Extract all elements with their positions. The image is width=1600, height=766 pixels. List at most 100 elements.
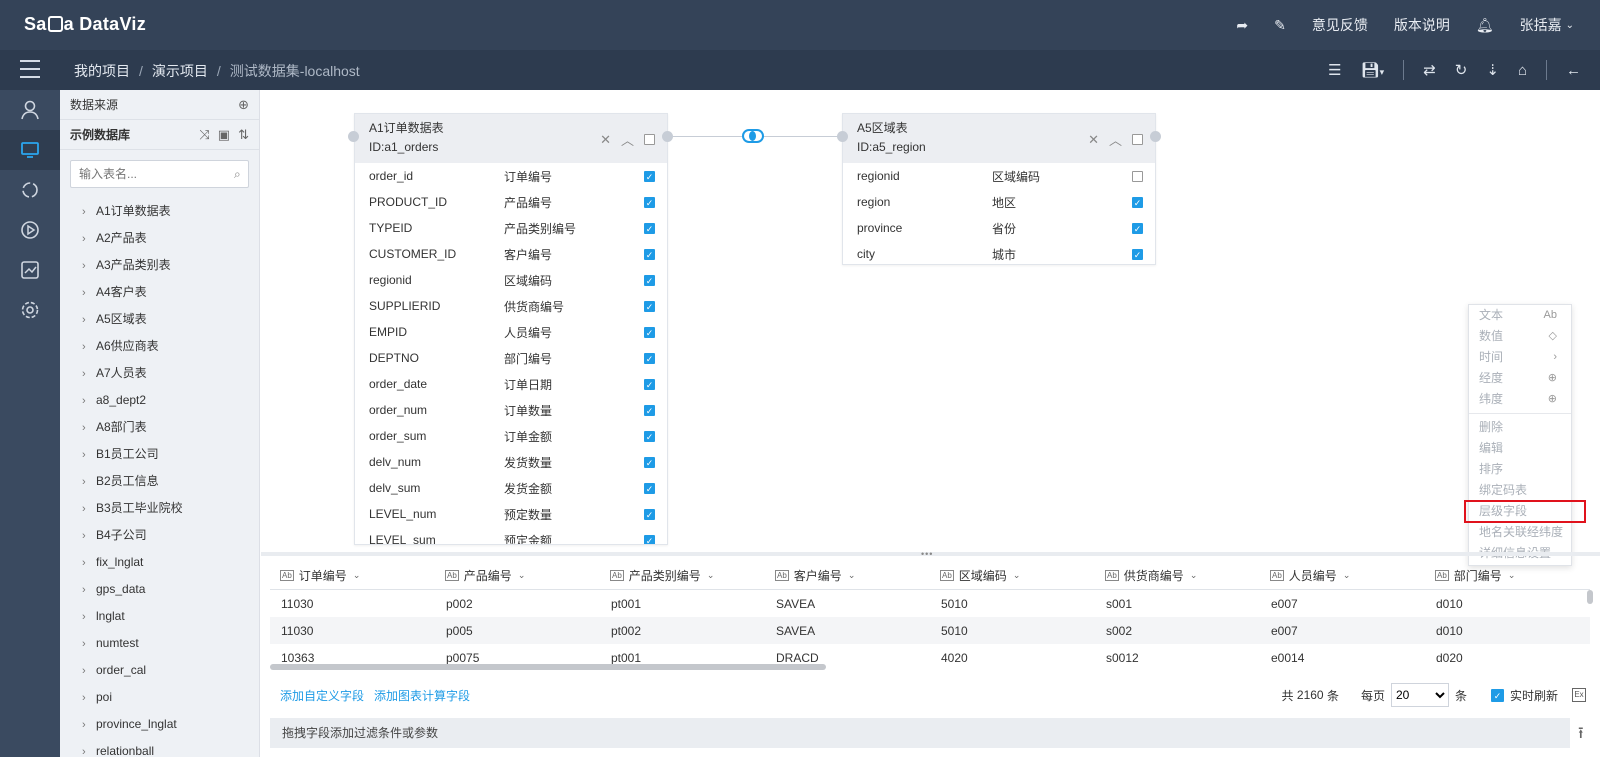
field-checkbox[interactable]: ✓ [644, 456, 655, 468]
field-checkbox[interactable]: ✓ [644, 274, 655, 286]
left-port[interactable] [837, 131, 848, 142]
field-row[interactable]: SUPPLIERID 供货商编号 ✓ [355, 293, 667, 319]
excel-export-icon[interactable]: Ex [1572, 688, 1586, 702]
field-row[interactable]: region 地区 ✓ [843, 189, 1155, 215]
menu-item[interactable]: 编辑 [1469, 438, 1571, 459]
table-tree-item[interactable]: › numtest [82, 630, 259, 657]
back-icon[interactable]: ← [1566, 62, 1581, 79]
collapse-icon[interactable]: ︿ [621, 130, 634, 149]
right-port[interactable] [662, 131, 673, 142]
field-row[interactable]: CUSTOMER_ID 客户编号 ✓ [355, 241, 667, 267]
column-header[interactable]: Ab 供货商编号 ⌄ [1095, 567, 1260, 584]
add-custom-field-link[interactable]: 添加自定义字段 [280, 687, 364, 704]
page-size-select[interactable]: 20 [1390, 683, 1449, 707]
chevron-down-icon[interactable]: ⌄ [1343, 570, 1351, 581]
chevron-down-icon[interactable]: ⌄ [518, 570, 526, 581]
table-tree-item[interactable]: › B3员工毕业院校 [82, 495, 259, 522]
table-tree-item[interactable]: › poi [82, 684, 259, 711]
menu-item-type[interactable]: 数值 ◇ [1469, 326, 1571, 347]
share-icon[interactable]: ➦ [1236, 17, 1248, 34]
add-chart-calc-field-link[interactable]: 添加图表计算字段 [374, 687, 470, 704]
feedback-link[interactable]: 意见反馈 [1312, 15, 1368, 35]
right-port[interactable] [1150, 131, 1161, 142]
join-type-icon[interactable] [742, 129, 764, 143]
field-checkbox[interactable]: ✓ [644, 378, 655, 390]
table-tree-item[interactable]: › a8_dept2 [82, 387, 259, 414]
filter-drop-zone[interactable]: 拖拽字段添加过滤条件或参数 [270, 718, 1570, 748]
bell-icon[interactable]: 🔔︎ [1476, 17, 1494, 34]
table-tree-item[interactable]: › fix_lnglat [82, 549, 259, 576]
preview-icon[interactable]: ▣ [218, 127, 230, 142]
field-checkbox[interactable]: ✓ [644, 352, 655, 364]
field-checkbox[interactable]: ✓ [644, 170, 655, 182]
table-tree-item[interactable]: › B4子公司 [82, 522, 259, 549]
table-tree-item[interactable]: › A4客户表 [82, 279, 259, 306]
vertical-scrollbar[interactable] [1587, 590, 1593, 604]
collapse-icon[interactable]: ︿ [1109, 130, 1122, 149]
table-tree-item[interactable]: › relationball [82, 738, 259, 765]
chevron-down-icon[interactable]: ⌄ [1508, 570, 1516, 581]
field-row[interactable]: regionid 区域编码 ✓ [355, 267, 667, 293]
field-checkbox[interactable]: ✓ [644, 222, 655, 234]
column-header[interactable]: Ab 部门编号 ⌄ [1425, 567, 1590, 584]
field-row[interactable]: LEVEL_num 预定数量 ✓ [355, 501, 667, 527]
field-checkbox[interactable]: ✓ [644, 430, 655, 442]
field-row[interactable]: province 省份 ✓ [843, 215, 1155, 241]
field-row[interactable]: LEVEL_sum 预定金额 ✓ [355, 527, 667, 544]
cycle-icon[interactable] [0, 170, 60, 210]
swap-icon[interactable]: ⇄ [1423, 61, 1436, 79]
table-tree-item[interactable]: › A8部门表 [82, 414, 259, 441]
field-row[interactable]: delv_num 发货数量 ✓ [355, 449, 667, 475]
menu-icon[interactable] [20, 60, 40, 78]
field-row[interactable]: regionid 区域编码 [843, 163, 1155, 189]
field-checkbox[interactable]: ✓ [644, 300, 655, 312]
column-header[interactable]: Ab 产品编号 ⌄ [435, 567, 600, 584]
close-icon[interactable]: ✕ [1088, 132, 1099, 148]
chevron-down-icon[interactable]: ⌄ [848, 570, 856, 581]
field-checkbox[interactable]: ✓ [1132, 196, 1143, 208]
field-checkbox[interactable]: ✓ [644, 326, 655, 338]
list-icon[interactable]: ☰ [1328, 61, 1341, 79]
user-menu[interactable]: 张括嘉 ⌄ [1520, 15, 1574, 35]
chart-icon[interactable] [0, 250, 60, 290]
panel-splitter[interactable]: ••• [261, 550, 1600, 559]
sort-az-icon[interactable]: ⇅ [238, 127, 249, 142]
select-all-checkbox[interactable] [1132, 134, 1143, 145]
field-row[interactable]: PRODUCT_ID 产品编号 ✓ [355, 189, 667, 215]
column-header[interactable]: Ab 区域编码 ⌄ [930, 567, 1095, 584]
table-tree-item[interactable]: › B1员工公司 [82, 441, 259, 468]
column-header[interactable]: Ab 产品类别编号 ⌄ [600, 567, 765, 584]
column-header[interactable]: Ab 客户编号 ⌄ [765, 567, 930, 584]
table-tree-item[interactable]: › lnglat [82, 603, 259, 630]
field-row[interactable]: city 城市 ✓ [843, 241, 1155, 267]
field-checkbox[interactable]: ✓ [1132, 222, 1143, 234]
realtime-checkbox[interactable]: ✓ [1490, 688, 1504, 702]
settings-icon[interactable] [0, 290, 60, 330]
sort-icon[interactable]: ⇣ [1486, 61, 1499, 79]
chevron-down-icon[interactable]: ⌄ [353, 570, 361, 581]
save-icon[interactable]: 💾︎▾ [1361, 61, 1385, 79]
column-header[interactable]: Ab 订单编号 ⌄ [270, 567, 435, 584]
table-search-input[interactable] [79, 167, 234, 181]
table-tree-item[interactable]: › order_cal [82, 657, 259, 684]
play-icon[interactable] [0, 210, 60, 250]
version-link[interactable]: 版本说明 [1394, 15, 1450, 35]
field-row[interactable]: EMPID 人员编号 ✓ [355, 319, 667, 345]
table-tree-item[interactable]: › A2产品表 [82, 225, 259, 252]
table-tree-item[interactable]: › A5区域表 [82, 306, 259, 333]
horizontal-scrollbar[interactable] [270, 664, 826, 670]
menu-item[interactable]: 绑定码表 [1469, 480, 1571, 501]
field-checkbox[interactable]: ✓ [644, 482, 655, 494]
field-row[interactable]: TYPEID 产品类别编号 ✓ [355, 215, 667, 241]
close-icon[interactable]: ✕ [600, 132, 611, 148]
chevron-down-icon[interactable]: ⌄ [1190, 570, 1198, 581]
table-tree-item[interactable]: › B2员工信息 [82, 468, 259, 495]
menu-item-type[interactable]: 时间 › [1469, 347, 1571, 368]
edit-icon[interactable]: ✎ [1274, 17, 1286, 34]
field-checkbox[interactable]: ✓ [1132, 248, 1143, 260]
left-port[interactable] [348, 131, 359, 142]
table-tree-item[interactable]: › A1订单数据表 [82, 198, 259, 225]
field-row[interactable]: delv_sum 发货金额 ✓ [355, 475, 667, 501]
shuffle-icon[interactable]: ⤨ [199, 127, 209, 142]
breadcrumb-item[interactable]: 我的项目 [74, 63, 130, 79]
